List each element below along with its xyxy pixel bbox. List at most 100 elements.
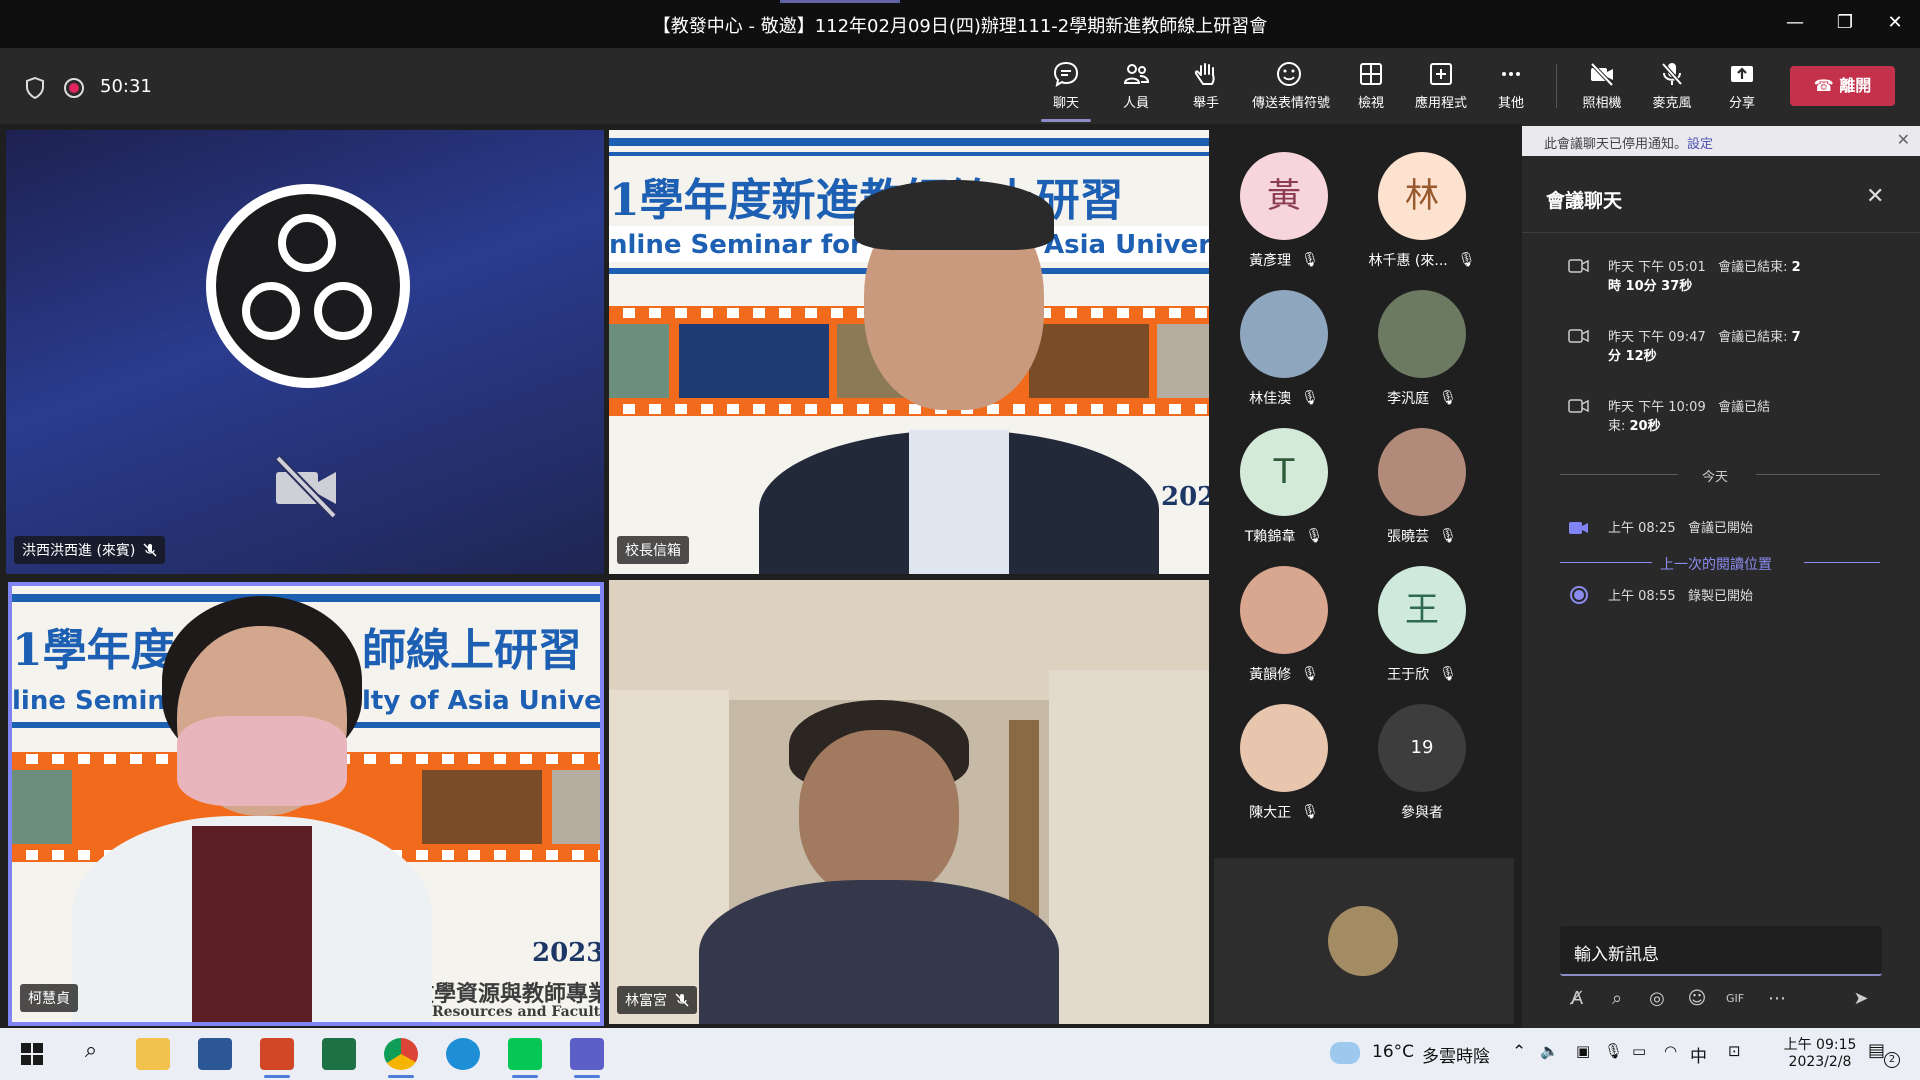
mic-off-icon: 🎙 [1439,666,1457,682]
participant-count: 19 [1378,704,1466,792]
more-icon[interactable]: ⋯ [1766,988,1788,1010]
mic-off-icon: 🎙 [1439,528,1457,544]
loop-component-icon[interactable]: ◎ [1646,988,1668,1010]
emoji-icon[interactable]: ☺ [1686,988,1708,1010]
avatar-photo [1240,290,1328,378]
participant-avatar-tile[interactable]: T T賴錦韋 🎙 [1214,428,1354,546]
toolbar-separator [1556,64,1557,108]
event-time: 昨天 下午 09:47 [1608,330,1706,345]
event-value: 時 10分 37秒 [1608,279,1693,294]
video-camera-icon [1568,259,1589,273]
recording-icon [1570,586,1588,604]
emoji-icon [1277,62,1301,86]
video-tile-guest[interactable]: 洪西洪西進 (來賓) [6,130,604,574]
notice-settings-link[interactable]: 設定 [1687,137,1713,152]
person-shirt [909,430,1009,574]
chevron-up-icon[interactable]: ⌃ [1512,1042,1526,1062]
participant-avatar-tile[interactable]: 王 王于欣 🎙 [1352,566,1492,684]
participant-avatar-tile[interactable]: 林 林千惠 (來... 🎙 [1352,152,1492,270]
battery-icon[interactable]: ▭ [1632,1042,1646,1060]
obs-logo-icon [206,184,410,388]
teams-icon[interactable] [570,1038,604,1078]
camera-in-use-icon[interactable]: ▣ [1576,1042,1590,1060]
more-button[interactable]: 其他 [1476,60,1546,116]
reactions-button[interactable]: 傳送表情符號 [1252,60,1330,116]
notification-icon: ▤ [1868,1040,1886,1061]
close-chat-button[interactable]: ✕ [1866,184,1884,209]
shield-icon[interactable] [25,77,45,99]
share-button[interactable]: 分享 [1707,60,1777,116]
excel-icon[interactable] [322,1038,356,1070]
notification-center-button[interactable]: ▤ 2 [1868,1040,1900,1068]
mic-off-icon [1661,62,1683,86]
date-separator: 今天 [1702,470,1729,485]
camera-button-label: 照相機 [1582,96,1622,111]
participant-avatar-tile[interactable]: 陳大正 🎙 [1214,704,1354,822]
participant-name: 黃彥理 [1249,253,1292,269]
event-time: 昨天 下午 10:09 [1608,400,1706,415]
weather-temp[interactable]: 16°C [1372,1042,1414,1062]
event-time: 昨天 下午 05:01 [1608,260,1706,275]
event-text: 錄製已開始 [1688,589,1754,604]
video-tile-active-speaker[interactable]: 1學年度 師線上研習 line Semina lty of Asia Unive… [8,582,604,1026]
chat-button[interactable]: 聊天 [1031,60,1101,122]
minimize-button[interactable]: — [1780,10,1810,36]
slide-subtitle: line Semina [12,686,184,716]
speaker-icon[interactable]: 🔈 [1540,1042,1559,1060]
chat-icon [1053,61,1079,88]
weather-icon[interactable] [1330,1042,1360,1064]
word-icon[interactable] [198,1038,232,1070]
participant-nametag: 柯慧貞 [20,984,78,1012]
self-view-tile[interactable] [1214,858,1514,1024]
chrome-icon[interactable] [384,1038,418,1078]
divider [1804,562,1880,563]
line-icon[interactable] [508,1038,542,1078]
divider [1560,562,1652,563]
people-button[interactable]: 人員 [1101,60,1171,116]
close-window-button[interactable]: ✕ [1880,10,1910,36]
apps-button[interactable]: 應用程式 [1406,60,1476,116]
chat-event: 上午 08:55 錄製已開始 [1608,587,1753,606]
participant-name: 校長信箱 [625,543,681,559]
microphone-button[interactable]: 麥克風 [1637,60,1707,116]
participant-avatar-tile[interactable]: 李汎庭 🎙 [1352,290,1492,408]
microphone-in-use-icon[interactable]: 🎙 [1604,1042,1623,1060]
chat-message-input[interactable]: 輸入新訊息 [1560,926,1882,976]
format-icon[interactable]: A̸ [1566,988,1588,1010]
powerpoint-icon[interactable] [260,1038,294,1078]
gif-icon[interactable]: GIF [1724,988,1746,1010]
more-participants-button[interactable]: 19 參與者 [1352,704,1492,822]
event-text: 會議已結束: [1718,260,1792,275]
start-button[interactable] [16,1038,50,1070]
video-tile-participant[interactable]: 林富宮 [609,580,1209,1024]
participant-avatar-tile[interactable]: 林佳澳 🎙 [1214,290,1354,408]
weather-desc[interactable]: 多雲時陰 [1422,1042,1490,1067]
edge-icon[interactable] [446,1038,480,1070]
close-icon[interactable]: ✕ [1897,130,1910,149]
chat-button-label: 聊天 [1052,96,1079,111]
chat-event: 昨天 下午 05:01 會議已結束: 2 時 10分 37秒 [1608,258,1801,296]
camera-button[interactable]: 照相機 [1567,60,1637,116]
file-explorer-icon[interactable] [136,1038,170,1070]
mic-off-icon: 🎙 [1301,390,1319,406]
ime-mode-icon[interactable]: ⊡ [1728,1042,1741,1060]
raise-hand-button[interactable]: 舉手 [1171,60,1241,116]
chat-title: 會議聊天 [1546,190,1623,212]
send-icon[interactable]: ➤ [1850,988,1872,1010]
attach-icon[interactable]: ⌕ [1606,988,1628,1010]
event-value: 20秒 [1629,419,1661,434]
chat-event: 昨天 下午 09:47 會議已結束: 7 分 12秒 [1608,328,1801,366]
participant-avatar-tile[interactable]: 黃韻修 🎙 [1214,566,1354,684]
clock-time[interactable]: 上午 09:15 [1770,1034,1870,1054]
clock-date[interactable]: 2023/2/8 [1770,1054,1870,1070]
restore-button[interactable]: ❐ [1830,10,1860,36]
video-tile-principal[interactable]: 1學年度新進教師線上研習 nline Seminar for Ne Asia U… [609,130,1209,574]
input-method-indicator[interactable]: 中 [1690,1042,1707,1067]
person-face [799,730,959,900]
wifi-icon[interactable]: ◠ [1664,1042,1677,1060]
participant-avatar-tile[interactable]: 黃 黃彥理 🎙 [1214,152,1354,270]
search-icon[interactable]: ⌕ [74,1038,108,1070]
view-button[interactable]: 檢視 [1336,60,1406,116]
participant-avatar-tile[interactable]: 張曉芸 🎙 [1352,428,1492,546]
leave-button[interactable]: ☎ 離開 [1790,66,1895,106]
